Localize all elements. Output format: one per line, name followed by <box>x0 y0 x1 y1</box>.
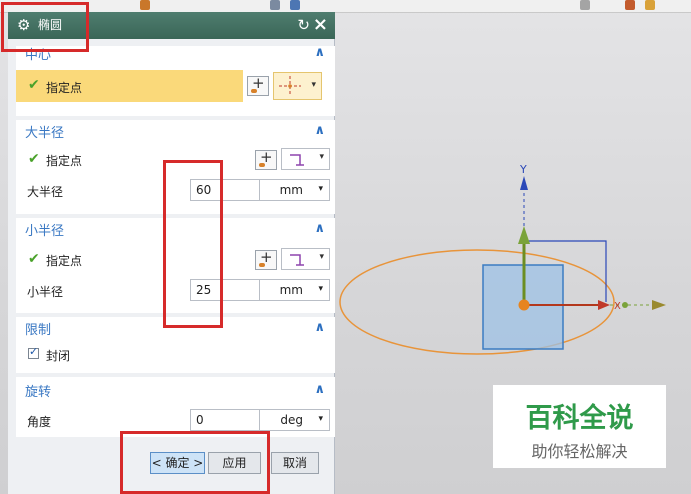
radius-label: 小半径 <box>27 285 64 299</box>
reset-icon[interactable]: ↻ <box>297 16 310 34</box>
point-type-dropdown[interactable]: ▾ <box>281 148 330 170</box>
section-header[interactable]: 大半径 ∧ <box>16 120 335 142</box>
section-limits: 限制 ∧ ✓ 封闭 <box>16 317 335 373</box>
specify-point-row[interactable]: ✔ 指定点 <box>16 70 243 102</box>
dialog-titlebar: ⚙ 椭圆 ↻ × <box>8 12 335 39</box>
toolbar-icon[interactable] <box>290 0 300 10</box>
point-inferred-icon <box>279 76 301 96</box>
dialog-title: 椭圆 <box>38 18 63 32</box>
point-dialog-button[interactable]: + <box>247 74 269 96</box>
collapse-icon[interactable]: ∧ <box>314 221 325 236</box>
toolbar-icon[interactable] <box>140 0 150 10</box>
closed-checkbox[interactable]: ✓ <box>28 345 39 359</box>
toolbar-icon[interactable] <box>270 0 280 10</box>
section-title: 限制 <box>25 323 52 338</box>
origin-point[interactable] <box>518 299 530 311</box>
point-label: 指定点 <box>46 154 83 168</box>
x-axis-arrowhead <box>598 300 610 310</box>
point-dot-icon <box>259 263 265 267</box>
watermark-title: 百科全说 <box>525 403 634 434</box>
section-title: 旋转 <box>25 385 52 400</box>
toolbar-icon[interactable] <box>580 0 590 10</box>
check-icon: ✔ <box>28 151 40 167</box>
angle-value: 0 <box>196 413 204 427</box>
dropdown-arrow-icon: ▾ <box>311 80 316 90</box>
radius-label: 大半径 <box>27 185 64 199</box>
point-type-dropdown[interactable]: ▾ <box>273 72 322 100</box>
dropdown-arrow-icon: ▾ <box>318 184 323 194</box>
checkmark-icon: ✓ <box>29 345 39 358</box>
ellipse-curve[interactable] <box>339 249 615 355</box>
close-icon[interactable]: × <box>313 14 328 35</box>
point-dot-icon <box>251 89 257 93</box>
angle-unit-dropdown[interactable]: deg ▾ <box>259 409 330 431</box>
section-header[interactable]: 小半径 ∧ <box>16 218 335 240</box>
major-radius-unit-dropdown[interactable]: mm ▾ <box>259 179 330 201</box>
check-icon: ✔ <box>28 77 40 93</box>
section-header[interactable]: 限制 ∧ <box>16 317 335 339</box>
angle-label: 角度 <box>27 415 52 429</box>
section-header[interactable]: 中心 ∧ <box>16 42 335 64</box>
y-axis-arrowhead <box>518 226 530 244</box>
point-dialog-button[interactable]: + <box>255 248 277 270</box>
section-minor-radius: 小半径 ∧ ✔ 指定点 + ▾ 小半径 25 mm ▾ <box>16 218 335 313</box>
point-label: 指定点 <box>46 81 83 95</box>
section-title: 小半径 <box>25 224 65 239</box>
ok-button[interactable]: < 确定 > <box>150 452 205 474</box>
x-axis-point[interactable] <box>622 302 628 308</box>
radius-value: 60 <box>196 183 212 197</box>
collapse-icon[interactable]: ∧ <box>314 320 325 335</box>
y-axis-label: Y <box>519 163 527 176</box>
apply-button[interactable]: 应用 <box>208 452 261 474</box>
section-rotation: 旋转 ∧ 角度 0 deg ▾ <box>16 377 335 437</box>
dropdown-arrow-icon: ▾ <box>319 152 324 162</box>
point-type-dropdown[interactable]: ▾ <box>281 248 330 270</box>
dropdown-arrow-icon: ▾ <box>318 414 323 424</box>
collapse-icon[interactable]: ∧ <box>314 382 325 397</box>
unit-text: deg <box>280 413 303 427</box>
major-radius-input[interactable]: 60 <box>190 179 260 201</box>
minor-radius-unit-dropdown[interactable]: mm ▾ <box>259 279 330 301</box>
point-label: 指定点 <box>46 254 83 268</box>
cancel-button[interactable]: 取消 <box>271 452 319 474</box>
watermark-subtitle: 助你轻松解决 <box>531 442 628 461</box>
radius-value: 25 <box>196 283 212 297</box>
closed-label: 封闭 <box>46 349 71 363</box>
gear-icon[interactable]: ⚙ <box>17 16 30 34</box>
point-type-icon <box>290 254 304 266</box>
section-header[interactable]: 旋转 ∧ <box>16 379 335 401</box>
section-title: 大半径 <box>25 126 65 141</box>
toolbar-icon[interactable] <box>625 0 635 10</box>
dropdown-arrow-icon: ▾ <box>318 284 323 294</box>
section-center: 中心 ∧ ✔ 指定点 + ▾ <box>16 45 335 116</box>
x-axis-label: X <box>614 301 621 312</box>
y-direction-arrowhead <box>520 176 528 190</box>
point-dot-icon <box>259 163 265 167</box>
unit-text: mm <box>279 283 303 297</box>
x-direction-arrowhead <box>652 300 666 310</box>
angle-input[interactable]: 0 <box>190 409 260 431</box>
dropdown-arrow-icon: ▾ <box>319 252 324 262</box>
section-major-radius: 大半径 ∧ ✔ 指定点 + ▾ 大半径 60 mm ▾ <box>16 120 335 214</box>
collapse-icon[interactable]: ∧ <box>314 45 325 60</box>
section-title: 中心 <box>25 48 52 63</box>
collapse-icon[interactable]: ∧ <box>314 123 325 138</box>
check-icon: ✔ <box>28 251 40 267</box>
point-type-icon <box>290 154 304 166</box>
point-dialog-button[interactable]: + <box>255 148 277 170</box>
minor-radius-input[interactable]: 25 <box>190 279 260 301</box>
watermark: 百科全说 助你轻松解决 <box>493 385 666 468</box>
ellipse-dialog: ⚙ 椭圆 ↻ × 中心 ∧ ✔ 指定点 + ▾ 大半径 ∧ ✔ 指定点 + ▾ … <box>8 12 335 494</box>
closed-row[interactable]: ✓ 封闭 <box>16 341 335 369</box>
toolbar-icon[interactable] <box>645 0 655 10</box>
unit-text: mm <box>279 183 303 197</box>
